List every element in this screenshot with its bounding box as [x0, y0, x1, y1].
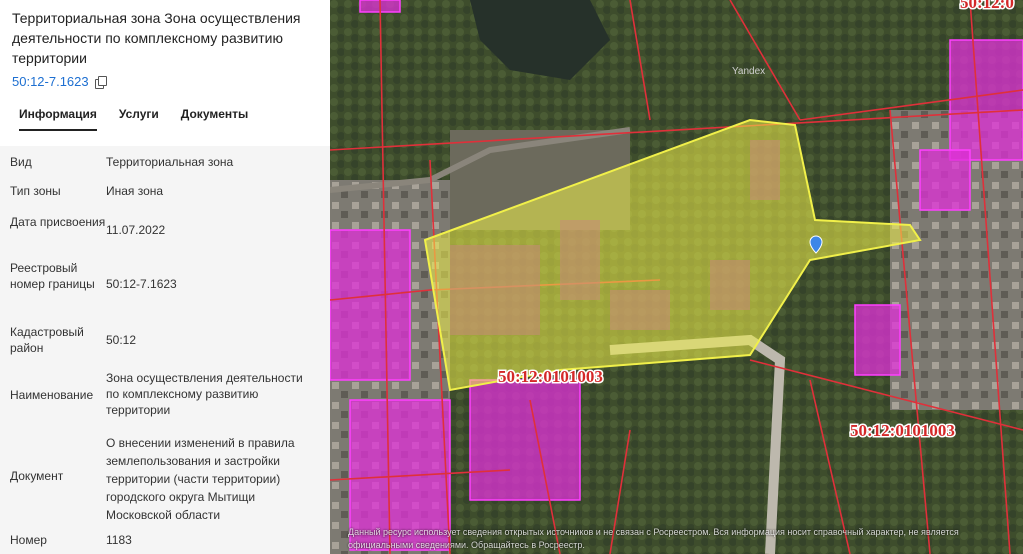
table-row: Номер 1183 — [0, 532, 316, 548]
cadastre-label-2: 50:12:0101003 — [850, 421, 955, 440]
table-row: Реестровый номер границы 50:12-7.1623 — [0, 260, 316, 292]
map-disclaimer: Данный ресурс использует сведения открыт… — [348, 527, 959, 550]
row-value: 50:12 — [106, 333, 137, 347]
row-key: Дата присвоения — [10, 215, 106, 229]
row-key: Наименование — [10, 388, 94, 402]
map-canvas[interactable]: 50:12:0101003 50:12:0101003 50:12:0 Yand… — [330, 0, 1023, 554]
table-row: Тип зоны Иная зона — [0, 183, 316, 199]
cadastre-label-3: 50:12:0 — [960, 0, 1014, 12]
row-key: Кадастровый район — [10, 325, 84, 355]
registry-line: 50:12-7.1623 — [12, 74, 318, 89]
table-row: Кадастровый район 50:12 — [0, 324, 316, 356]
info-panel: Территориальная зона Зона осуществления … — [0, 0, 330, 554]
info-table: Вид Территориальная зона Тип зоны Иная з… — [0, 146, 330, 554]
table-row: Вид Территориальная зона — [0, 154, 316, 170]
yandex-watermark: Yandex — [732, 66, 765, 77]
row-key: Реестровый номер границы — [10, 261, 95, 291]
tab-bar: Информация Услуги Документы — [12, 107, 318, 131]
tab-info[interactable]: Информация — [19, 107, 97, 131]
row-value: 50:12-7.1623 — [106, 277, 177, 291]
tab-documents[interactable]: Документы — [181, 107, 248, 131]
registry-link[interactable]: 50:12-7.1623 — [12, 74, 89, 89]
tab-services[interactable]: Услуги — [119, 107, 159, 131]
page-title: Территориальная зона Зона осуществления … — [12, 10, 301, 66]
row-value: О внесении изменений в правила землеполь… — [106, 436, 295, 522]
cadastre-label-1: 50:12:0101003 — [498, 367, 603, 386]
row-value: Зона осуществления деятельности по компл… — [106, 371, 303, 417]
row-value: 1183 — [106, 533, 132, 547]
row-key: Номер — [10, 533, 47, 547]
table-row: Дата присвоения 11.07.2022 — [0, 214, 316, 238]
row-value: Иная зона — [106, 184, 164, 198]
table-row: Документ О внесении изменений в правила … — [0, 434, 316, 524]
row-key: Документ — [10, 469, 64, 483]
table-row: Наименование Зона осуществления деятельн… — [0, 370, 316, 418]
row-value: 11.07.2022 — [106, 223, 166, 237]
row-key: Вид — [10, 155, 32, 169]
satellite-map[interactable]: 50:12:0101003 50:12:0101003 50:12:0 Yand… — [330, 0, 1023, 554]
copy-icon[interactable] — [94, 76, 107, 89]
row-value: Территориальная зона — [106, 155, 234, 169]
row-key: Тип зоны — [10, 184, 61, 198]
